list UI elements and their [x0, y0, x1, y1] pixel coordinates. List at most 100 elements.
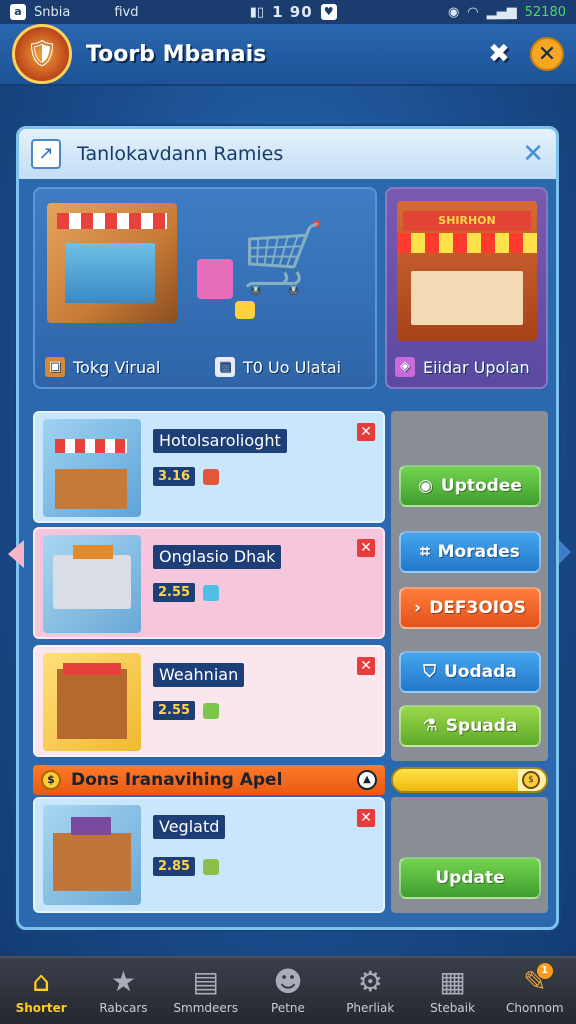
store-name: Hotolsarolioght — [153, 429, 287, 453]
shop-sign: SHIRHON — [403, 211, 531, 231]
progress-bar: $ — [391, 767, 548, 793]
spread-button[interactable]: ⚗ Spuada — [399, 705, 541, 747]
list-item[interactable]: Hotolsarolioght 3.16 ✕ — [33, 411, 385, 523]
tools-icon[interactable]: ✖ — [482, 37, 516, 71]
grid-icon: ▦ — [439, 965, 466, 998]
nav-item-smmdeers[interactable]: ▤ Smmdeers — [165, 958, 247, 1024]
list-item[interactable]: Veglatd 2.85 ✕ — [33, 797, 385, 913]
store-thumbnail — [43, 805, 141, 905]
status-battery: 52180 — [524, 4, 566, 20]
more-button[interactable]: ⌗ Morades — [399, 531, 541, 573]
status-message-icon: ♥ — [320, 4, 337, 20]
resource-icon — [203, 584, 220, 601]
coin-icon: $ — [41, 770, 61, 790]
button-label: Spuada — [445, 716, 518, 736]
bottom-nav: ⌂ Shorter ★ Rabcars ▤ Smmdeers ☻ Petne ⚙ Pher… — [0, 956, 576, 1024]
flask-icon: ⚗ — [422, 716, 438, 736]
status-signal-icon: ▮▯ — [249, 4, 265, 20]
notification-badge: 1 — [536, 963, 553, 979]
button-label: Uptodee — [440, 476, 522, 496]
action-column-bottom: Update — [391, 797, 548, 913]
gear-icon: ⚙ — [357, 965, 383, 998]
status-bar: a Snbia fivd ▮▯ 1 90 ♥ ◉ ◠ ▂▄▆ 52180 — [0, 0, 576, 24]
options-button[interactable]: › DEF3OIOS — [399, 587, 541, 629]
store-name: Weahnian — [153, 663, 245, 687]
remove-button[interactable]: ✕ — [357, 809, 375, 827]
page-title: Toorb Mbanais — [86, 41, 267, 67]
store-name: Onglasio Dhak — [153, 545, 282, 569]
status-app-label: Snbia — [34, 4, 71, 20]
coin-icon: $ — [522, 771, 540, 789]
shopping-cart-icon: 🛒 — [241, 219, 326, 298]
nav-item-petne[interactable]: ☻ Petne — [247, 958, 329, 1024]
gift-icon — [197, 259, 233, 299]
progress-fill — [393, 769, 519, 791]
nav-item-rabcars[interactable]: ★ Rabcars — [82, 958, 164, 1024]
previous-arrow-icon[interactable] — [8, 540, 24, 568]
store-thumbnail — [43, 653, 141, 751]
button-label: Update — [435, 868, 505, 888]
store-value: 2.55 — [153, 701, 196, 720]
remove-button[interactable]: ✕ — [357, 657, 375, 675]
button-label: Uodada — [443, 662, 517, 682]
card-caption-shop: ◈ Eiidar Upolan — [395, 357, 530, 377]
nav-item-pherliak[interactable]: ⚙ Pherliak — [329, 958, 411, 1024]
nav-label: Smmdeers — [173, 1001, 238, 1015]
store-card-shop[interactable]: SHIRHON ◈ Eiidar Upolan — [385, 187, 548, 389]
card-label: Eiidar Upolan — [423, 357, 530, 377]
picture-icon: ▤ — [215, 357, 235, 377]
box-icon — [235, 301, 255, 319]
resource-icon — [203, 858, 220, 875]
bag-icon: ⛉ — [423, 662, 436, 682]
nav-label: Shorter — [15, 1001, 67, 1015]
banner-text: Dons Iranavihing Apel — [71, 770, 283, 790]
app-notification-icon: a — [10, 4, 26, 20]
alert-icon[interactable]: ▲ — [357, 770, 377, 790]
box-icon: ▣ — [45, 357, 65, 377]
card-label: Tokg Virual — [73, 357, 161, 377]
status-cell-icon: ▂▄▆ — [486, 4, 517, 20]
book-icon: ▤ — [192, 965, 219, 998]
card-caption-update: ▤ T0 Uo Ulatai — [215, 357, 341, 377]
chart-icon: ↗ — [31, 139, 61, 169]
jar-icon: ◈ — [395, 357, 415, 377]
next-arrow-icon[interactable] — [559, 540, 571, 564]
chat-icon: ☻ — [273, 965, 303, 998]
nav-label: Stebaik — [430, 1001, 476, 1015]
card-label: T0 Uo Ulatai — [243, 357, 342, 377]
panel-close-icon[interactable]: ✕ — [522, 139, 544, 169]
resource-icon — [203, 468, 220, 485]
app-header: 🛡 Toorb Mbanais ✖ ✕ — [0, 24, 576, 86]
remove-button[interactable]: ✕ — [357, 539, 375, 557]
shop-counter-illustration — [47, 203, 177, 323]
star-icon: ★ — [110, 965, 136, 998]
button-label: Morades — [437, 542, 520, 562]
list-item[interactable]: Weahnian 2.55 ✕ — [33, 645, 385, 757]
action-column: ◉ Uptodee ⌗ Morades › DEF3OIOS ⛉ Uodada ⚗ Spu… — [391, 411, 548, 761]
store-card-main[interactable]: 🛒 ▣ Tokg Virual ▤ T0 Uo Ulatai — [33, 187, 377, 389]
status-wifi-icon: ◠ — [467, 4, 479, 20]
nav-item-stebaik[interactable]: ▦ Stebaik — [411, 958, 493, 1024]
panel-title: Tanlokavdann Ramies — [77, 143, 284, 165]
event-banner[interactable]: $ Dons Iranavihing Apel ▲ — [33, 765, 385, 795]
update-button[interactable]: Update — [399, 857, 541, 899]
nav-label: Pherliak — [346, 1001, 395, 1015]
remove-button[interactable]: ✕ — [357, 423, 375, 441]
game-logo[interactable]: 🛡 — [12, 24, 72, 84]
upload-button[interactable]: ⛉ Uodada — [399, 651, 541, 693]
stores-panel: ↗ Tanlokavdann Ramies ✕ 🛒 ▣ Tokg Virual … — [16, 126, 559, 930]
nav-item-chonnom[interactable]: ✎ 1 Chonnom — [494, 958, 576, 1024]
status-carrier: fivd — [114, 4, 139, 20]
nav-item-shorter[interactable]: ⌂ Shorter — [0, 958, 82, 1024]
list-item[interactable]: Onglasio Dhak 2.55 ✕ — [33, 527, 385, 639]
status-location-icon: ◉ — [447, 4, 460, 20]
close-button[interactable]: ✕ — [530, 37, 564, 71]
nav-label: Rabcars — [99, 1001, 148, 1015]
store-name: Veglatd — [153, 815, 226, 839]
edit-icon: ✎ 1 — [523, 963, 553, 997]
update-button-1[interactable]: ◉ Uptodee — [399, 465, 541, 507]
store-value: 2.55 — [153, 583, 196, 602]
resource-icon — [203, 702, 220, 719]
market-stall-illustration: SHIRHON — [397, 201, 537, 341]
home-icon: ⌂ — [32, 965, 51, 998]
